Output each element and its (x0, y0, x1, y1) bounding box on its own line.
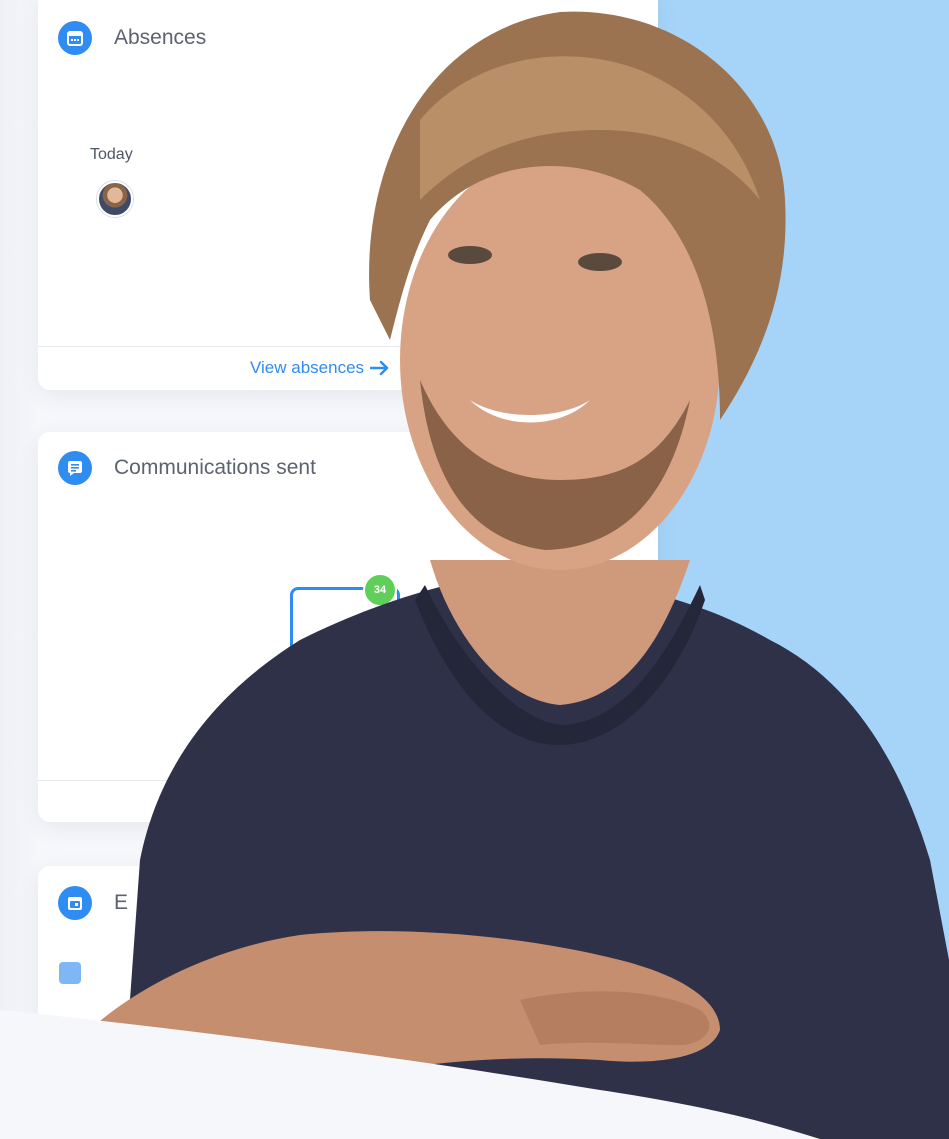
bottom-wave (0, 1010, 820, 1139)
